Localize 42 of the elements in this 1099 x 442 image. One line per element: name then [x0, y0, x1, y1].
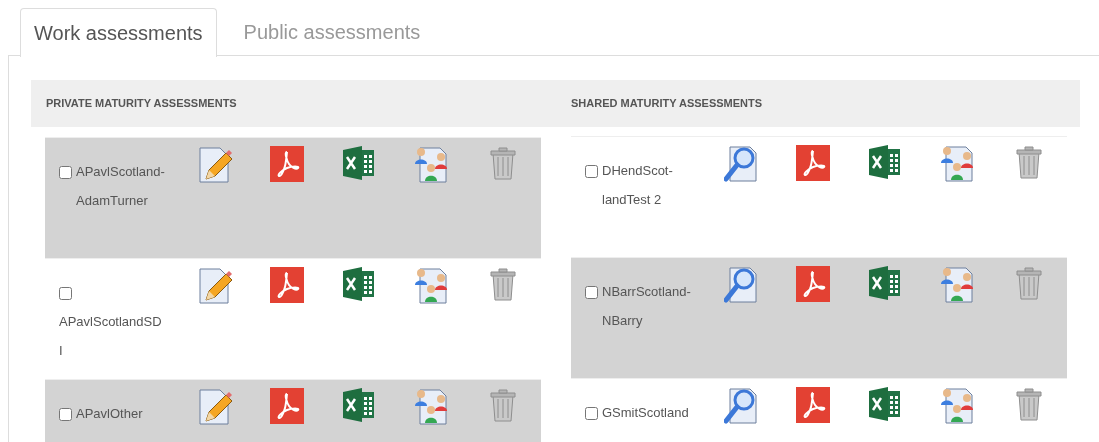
pdf-icon[interactable]: [270, 146, 304, 182]
spreadsheet-icon[interactable]: [343, 388, 375, 422]
checkbox[interactable]: [59, 408, 72, 422]
pencil-page-icon[interactable]: [198, 388, 232, 426]
pdf-icon[interactable]: [796, 387, 830, 423]
checkbox[interactable]: [59, 287, 72, 301]
spreadsheet-icon[interactable]: [343, 267, 375, 301]
trash-can-icon[interactable]: [1016, 387, 1042, 421]
assessment-name: APavlOther: [76, 405, 143, 423]
pencil-page-icon[interactable]: [198, 267, 232, 305]
people-page-icon[interactable]: [414, 146, 448, 184]
checkbox[interactable]: [59, 166, 72, 180]
spreadsheet-icon[interactable]: [869, 266, 901, 300]
people-page-icon[interactable]: [940, 266, 974, 304]
checkbox[interactable]: [585, 407, 598, 421]
trash-can-icon[interactable]: [490, 267, 516, 301]
pencil-page-icon[interactable]: [198, 146, 232, 184]
tab[interactable]: Work assessments: [20, 8, 217, 57]
magnifier-page-icon[interactable]: [724, 145, 758, 183]
assessment-name: NBarrScotland- NBarry: [602, 283, 691, 330]
pdf-icon[interactable]: [270, 388, 304, 424]
checkbox[interactable]: [585, 165, 598, 179]
trash-can-icon[interactable]: [1016, 145, 1042, 179]
spreadsheet-icon[interactable]: [869, 145, 901, 179]
people-page-icon[interactable]: [940, 387, 974, 425]
assessment-name: APavlScotland- AdamTurner: [76, 163, 165, 210]
assessment-name: GSmitScotland: [602, 404, 689, 422]
assessment-name: DHendScot- landTest 2: [602, 162, 673, 209]
people-page-icon[interactable]: [414, 388, 448, 426]
checkbox[interactable]: [585, 286, 598, 300]
magnifier-page-icon[interactable]: [724, 387, 758, 425]
people-page-icon[interactable]: [414, 267, 448, 305]
pdf-icon[interactable]: [796, 145, 830, 181]
assessment-name: APavlScotlandSD I: [59, 313, 162, 360]
pdf-icon[interactable]: [796, 266, 830, 302]
people-page-icon[interactable]: [940, 145, 974, 183]
section-heading: PRIVATE MATURITY ASSESSMENTS: [46, 96, 237, 112]
spreadsheet-icon[interactable]: [343, 146, 375, 180]
magnifier-page-icon[interactable]: [724, 266, 758, 304]
pdf-icon[interactable]: [270, 267, 304, 303]
spreadsheet-icon[interactable]: [869, 387, 901, 421]
section-heading: SHARED MATURITY ASSESSMENTS: [571, 96, 763, 112]
